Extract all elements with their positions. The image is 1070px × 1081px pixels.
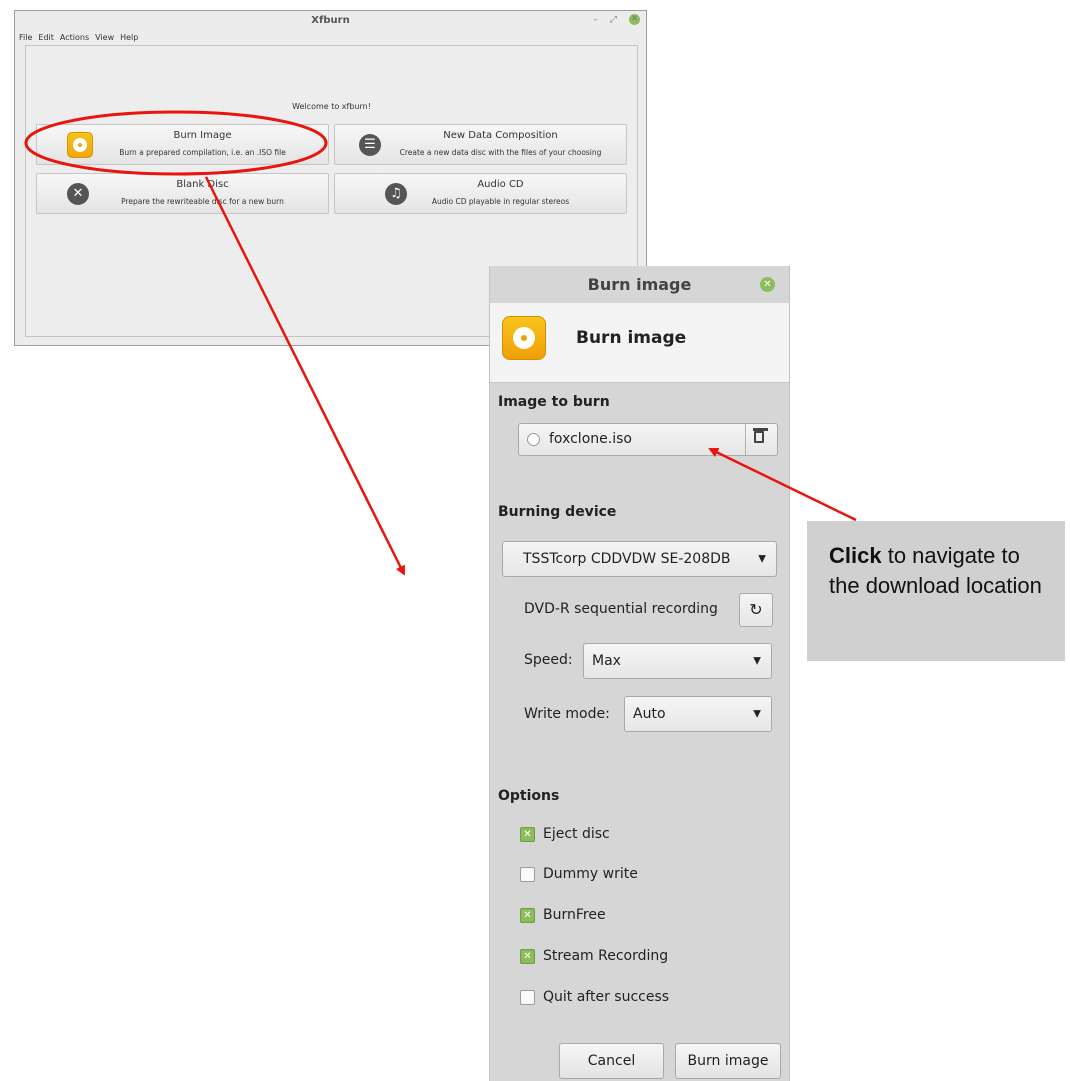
close-icon[interactable]: ✕ [629, 14, 640, 25]
menu-view[interactable]: View [95, 33, 114, 42]
cancel-button[interactable]: Cancel [559, 1043, 664, 1079]
dialog-title: Burn image [587, 275, 692, 294]
copy-icon [754, 431, 764, 443]
checkbox-unchecked-icon [520, 989, 535, 1005]
file-browse-button[interactable] [745, 424, 777, 455]
close-icon[interactable]: ✕ [760, 277, 775, 292]
menu-actions[interactable]: Actions [60, 33, 89, 42]
burn-image-dialog: Burn image ✕ Burn image Image to burn fo… [489, 266, 790, 1081]
chevron-down-icon: ▼ [758, 553, 766, 565]
dialog-titlebar: Burn image ✕ [490, 266, 789, 303]
audio-cd-button[interactable]: ♫ Audio CD Audio CD playable in regular … [334, 173, 627, 214]
instruction-callout: Click to navigate to the download locati… [807, 521, 1065, 661]
burn-image-button[interactable]: Burn Image Burn a prepared compilation, … [36, 124, 329, 165]
main-window-title: Xfburn [311, 15, 350, 26]
image-to-burn-label: Image to burn [498, 394, 610, 410]
option-label: Stream Recording [543, 948, 669, 964]
options-label: Options [498, 788, 560, 804]
write-mode-select[interactable]: Auto ▼ [624, 696, 772, 732]
checkbox-unchecked-icon [520, 866, 535, 882]
option-label: Eject disc [543, 826, 610, 842]
image-file-chooser[interactable]: foxclone.iso [518, 423, 778, 456]
media-status-label: DVD-R sequential recording [524, 601, 718, 617]
refresh-icon: ↻ [749, 600, 763, 619]
new-data-composition-button[interactable]: ☰ New Data Composition Create a new data… [334, 124, 627, 165]
speed-label: Speed: [524, 652, 573, 668]
checkbox-checked-icon: ✕ [520, 948, 535, 964]
device-value: TSSTcorp CDDVDW SE-208DB [523, 551, 731, 567]
speed-value: Max [592, 653, 621, 669]
action-title: Blank Disc [176, 179, 229, 190]
action-description: Create a new data disc with the files of… [399, 148, 602, 157]
burnfree-checkbox[interactable]: ✕ BurnFree [520, 907, 606, 923]
maximize-icon[interactable]: ⤢ [610, 15, 617, 25]
checkbox-checked-icon: ✕ [520, 826, 535, 842]
action-description: Burn a prepared compilation, i.e. an .IS… [119, 148, 286, 157]
action-title: Burn Image [173, 130, 232, 141]
menu-help[interactable]: Help [120, 33, 138, 42]
write-mode-label: Write mode: [524, 706, 610, 722]
action-description: Audio CD playable in regular stereos [431, 197, 570, 206]
option-label: Quit after success [543, 989, 670, 1005]
option-label: Dummy write [543, 866, 638, 882]
blank-disc-button[interactable]: ✕ Blank Disc Prepare the rewriteable dis… [36, 173, 329, 214]
stream-recording-checkbox[interactable]: ✕ Stream Recording [520, 948, 668, 964]
option-label: BurnFree [543, 907, 606, 923]
write-mode-value: Auto [633, 706, 666, 722]
speed-select[interactable]: Max ▼ [583, 643, 772, 679]
menu-bar: File Edit Actions View Help [19, 33, 138, 42]
copy-icon-top [753, 428, 768, 431]
burn-image-button[interactable]: Burn image [675, 1043, 781, 1079]
image-file-name: foxclone.iso [549, 431, 632, 447]
refresh-button[interactable]: ↻ [739, 593, 773, 627]
welcome-text: Welcome to xfburn! [292, 102, 371, 111]
menu-edit[interactable]: Edit [38, 33, 54, 42]
disc-icon [502, 316, 546, 360]
burning-device-label: Burning device [498, 504, 617, 520]
device-select[interactable]: TSSTcorp CDDVDW SE-208DB ▼ [502, 541, 777, 577]
menu-file[interactable]: File [19, 33, 32, 42]
action-description: Prepare the rewriteable disc for a new b… [121, 197, 284, 206]
checkbox-checked-icon: ✕ [520, 907, 535, 923]
dummy-write-checkbox[interactable]: Dummy write [520, 866, 638, 882]
minimize-icon[interactable]: – [593, 15, 598, 25]
quit-after-success-checkbox[interactable]: Quit after success [520, 989, 669, 1005]
window-controls: – ⤢ ✕ [593, 14, 640, 25]
dialog-header: Burn image [490, 303, 789, 383]
disc-icon [527, 433, 540, 446]
chevron-down-icon: ▼ [753, 655, 761, 667]
eject-disc-checkbox[interactable]: ✕ Eject disc [520, 826, 610, 842]
dialog-header-title: Burn image [576, 328, 687, 348]
callout-bold-word: Click [829, 543, 882, 568]
action-title: New Data Composition [443, 130, 558, 141]
action-title: Audio CD [477, 179, 524, 190]
chevron-down-icon: ▼ [753, 708, 761, 720]
